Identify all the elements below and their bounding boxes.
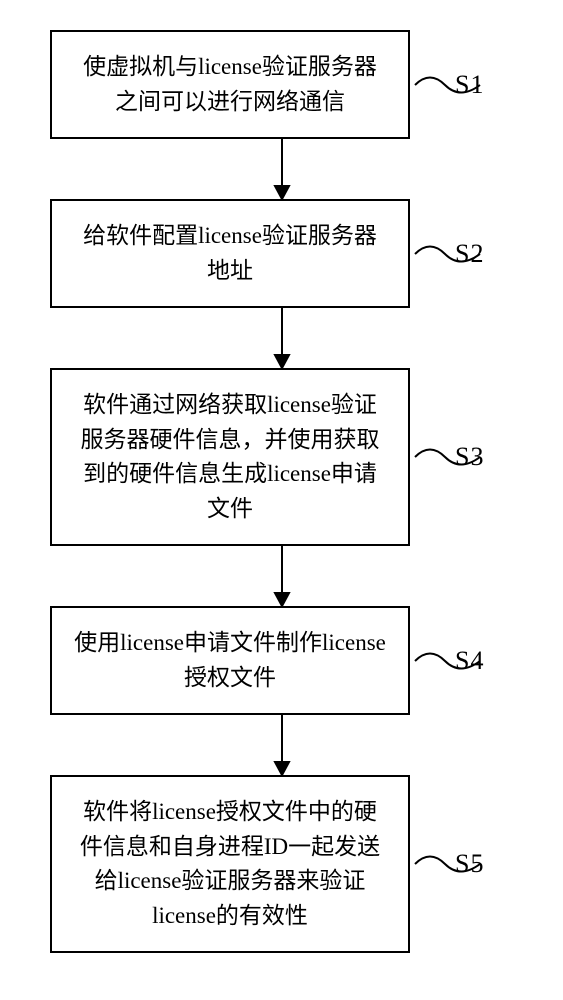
arrow-2 [92, 308, 472, 368]
step-text-3: 软件通过网络获取license验证服务器硬件信息，并使用获取到的硬件信息生成li… [81, 392, 380, 521]
connector-squiggle-3 [410, 437, 490, 477]
step-box-2: 给软件配置license验证服务器地址 [50, 199, 410, 308]
arrow-1 [92, 139, 472, 199]
arrow-4 [92, 715, 472, 775]
flowchart: 使虚拟机与license验证服务器之间可以进行网络通信 S1 给软件配置lice… [40, 30, 523, 953]
step-box-1: 使虚拟机与license验证服务器之间可以进行网络通信 [50, 30, 410, 139]
step-box-5: 软件将license授权文件中的硬件信息和自身进程ID一起发送给license验… [50, 775, 410, 953]
step-row-1: 使虚拟机与license验证服务器之间可以进行网络通信 S1 [40, 30, 523, 139]
step-row-4: 使用license申请文件制作license授权文件 S4 [40, 606, 523, 715]
connector-squiggle-5 [410, 844, 490, 884]
step-box-4: 使用license申请文件制作license授权文件 [50, 606, 410, 715]
connector-squiggle-1 [410, 65, 490, 105]
step-row-5: 软件将license授权文件中的硬件信息和自身进程ID一起发送给license验… [40, 775, 523, 953]
step-row-2: 给软件配置license验证服务器地址 S2 [40, 199, 523, 308]
step-text-5: 软件将license授权文件中的硬件信息和自身进程ID一起发送给license验… [80, 799, 380, 928]
connector-squiggle-2 [410, 234, 490, 274]
connector-squiggle-4 [410, 641, 490, 681]
step-text-4: 使用license申请文件制作license授权文件 [74, 630, 386, 690]
step-box-3: 软件通过网络获取license验证服务器硬件信息，并使用获取到的硬件信息生成li… [50, 368, 410, 546]
step-row-3: 软件通过网络获取license验证服务器硬件信息，并使用获取到的硬件信息生成li… [40, 368, 523, 546]
arrow-3 [92, 546, 472, 606]
step-text-2: 给软件配置license验证服务器地址 [83, 223, 377, 283]
step-text-1: 使虚拟机与license验证服务器之间可以进行网络通信 [83, 54, 377, 114]
